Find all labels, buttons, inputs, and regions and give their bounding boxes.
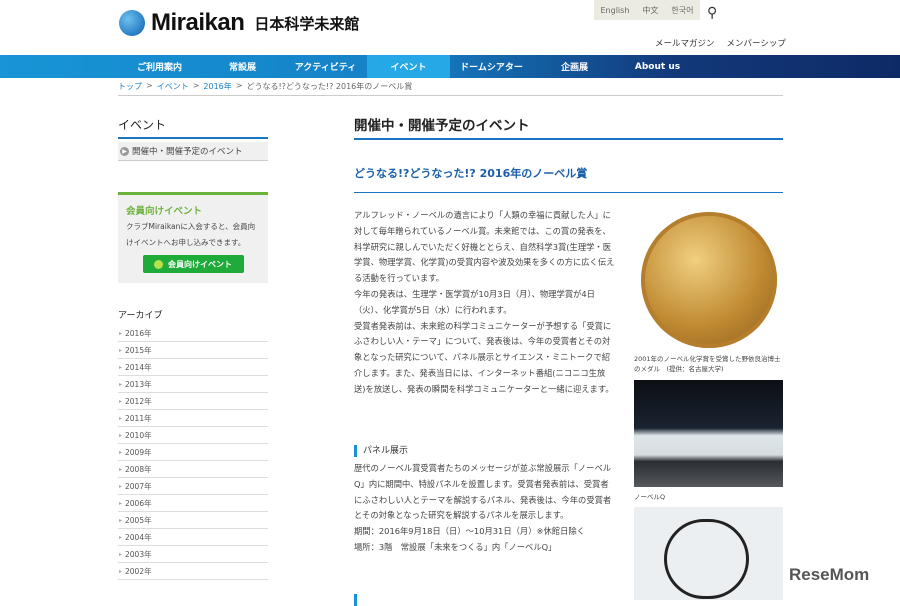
resemom-watermark: ReseMom [789,565,870,584]
nav-permanent[interactable]: 常設展 [201,55,284,78]
paragraph: 歴代のノーベル賞受賞者たちのメッセージが並ぶ常設展示「ノーベルQ」内に期間中、特… [354,463,612,521]
archive-year-link[interactable]: 2009年 [118,444,268,461]
sidebar-item-current-events[interactable]: ▶ 開催中・開催予定のイベント [118,142,268,161]
member-event-box: 会員向けイベント クラブMiraikanに入会すると、会員向けイベントへお申し込… [118,192,268,283]
nobel-medal-image [634,210,783,350]
crumb-event[interactable]: イベント [157,81,189,92]
archive-year-link[interactable]: 2005年 [118,512,268,529]
language-switcher: English 中文 한국어 [594,0,700,20]
archive-year-link[interactable]: 2015年 [118,342,268,359]
archive-year-link[interactable]: 2003年 [118,546,268,563]
section-heading: パネル展示 [354,445,408,457]
archive-year-link[interactable]: 2012年 [118,393,268,410]
crumb-sep: > [146,81,153,90]
nav-guide[interactable]: ご利用案内 [118,55,201,78]
main-nav: ご利用案内 常設展 アクティビティ イベント ドームシアター 企画展 About… [0,55,900,78]
arrow-icon: ▶ [120,146,129,156]
paragraph: アルフレッド・ノーベルの遺言により「人類の幸福に貢献した人」に対して毎年贈られて… [354,210,615,284]
crumb-year[interactable]: 2016年 [203,81,231,92]
logo-text-ja: 日本科学未来館 [254,14,360,33]
page-title: 開催中・開催予定のイベント [354,118,530,134]
archive-year-link[interactable]: 2011年 [118,410,268,427]
breadcrumb: トップ > イベント > 2016年 > どうなる!?どうなった!? 2016年のノー… [118,81,412,92]
divider [354,192,783,193]
crumb-sep: > [192,81,200,90]
lang-korean[interactable]: 한국어 [671,5,693,16]
paragraph: 受賞者発表前は、未来館の科学コミュニケーターが予想する「受賞にふさわしい人・テー… [354,320,614,394]
link-membership[interactable]: メンバーシップ [727,37,786,49]
lang-english[interactable]: English [601,6,630,15]
divider [354,138,783,140]
place: 場所：3階 常設展「未来をつくる」内「ノーベルQ」 [354,541,557,552]
lang-chinese[interactable]: 中文 [642,5,658,16]
archive-year-link[interactable]: 2007年 [118,478,268,495]
image-caption: 2001年のノーベル化学賞を受賞した野依良治博士のメダル (提供：名古屋大学) [634,355,781,373]
period: 期間：2016年9月18日（日）～10月31日（月）※休館日除く [354,526,585,537]
section-heading-next [354,594,363,606]
member-event-button[interactable]: 会員向けイベント [142,255,244,273]
intro-text: アルフレッド・ノーベルの遺言により「人類の幸福に貢献した人」に対して毎年贈られて… [354,208,616,398]
nav-event[interactable]: イベント [367,55,450,78]
globe-logo-icon [119,10,145,36]
archive-year-link[interactable]: 2004年 [118,529,268,546]
paragraph: 今年の発表は、生理学・医学賞が10月3日（月）、物理学賞が4日（火）、化学賞が5… [354,288,595,315]
divider [118,137,268,139]
sidebar-item-label: 開催中・開催予定のイベント [132,147,243,157]
archive-year-link[interactable]: 2002年 [118,563,268,580]
link-mail-magazine[interactable]: メールマガジン [655,37,715,49]
crumb-sep: > [235,81,243,90]
nav-dome[interactable]: ドームシアター [450,55,533,78]
nobel-q-sculpture-image [634,507,783,600]
crumb-current: どうなる!?どうなった!? 2016年のノーベル賞 [246,82,413,91]
event-title: どうなる!?どうなった!? 2016年のノーベル賞 [354,167,588,180]
member-title: 会員向けイベント [126,206,203,217]
nobel-q-exhibit-image [634,380,783,487]
divider [118,95,783,96]
archive-heading: アーカイブ [118,311,163,321]
button-label: 会員向けイベント [168,259,232,269]
archive-year-link[interactable]: 2010年 [118,427,268,444]
sidebar-heading: イベント [118,118,167,132]
miraikan-logo[interactable]: Miraikan 日本科学未来館 [119,9,359,37]
archive-year-link[interactable]: 2008年 [118,461,268,478]
archive-year-link[interactable]: 2014年 [118,359,268,376]
archive-year-link[interactable]: 2006年 [118,495,268,512]
logo-text: Miraikan [151,9,245,36]
nav-about[interactable]: About us [616,55,699,78]
archive-year-link[interactable]: 2013年 [118,376,268,393]
member-desc: クラブMiraikanに入会すると、会員向けイベントへお申し込みできます。 [126,222,256,247]
search-icon[interactable]: ⚲ [707,5,717,21]
header-links: メールマガジン メンバーシップ [655,37,786,49]
archive-list: 2016年2015年2014年2013年2012年2011年2010年2009年… [118,325,268,580]
play-icon [154,259,163,269]
image-caption: ノーベルQ [634,493,666,501]
nav-special[interactable]: 企画展 [533,55,616,78]
nav-activity[interactable]: アクティビティ [284,55,367,78]
panel-text: 歴代のノーベル賞受賞者たちのメッセージが並ぶ常設展示「ノーベルQ」内に期間中、特… [354,461,616,556]
archive-year-link[interactable]: 2016年 [118,325,268,342]
crumb-top[interactable]: トップ [118,81,142,92]
